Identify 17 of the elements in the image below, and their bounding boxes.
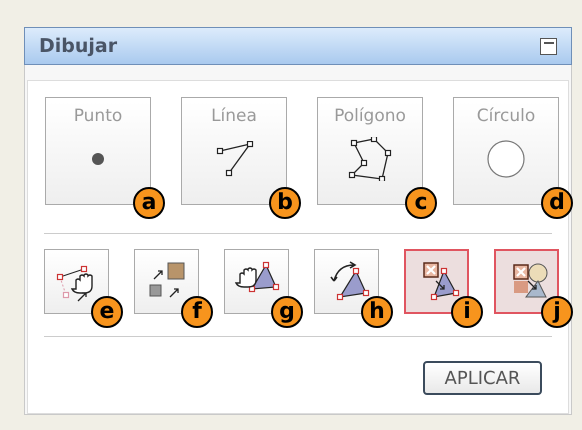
- letter-badge: g: [271, 296, 303, 328]
- polygon-icon: [348, 136, 392, 181]
- letter-badge: i: [451, 296, 483, 328]
- letter-badge: b: [269, 187, 301, 219]
- letter-badge: e: [91, 296, 123, 328]
- dot-icon: [91, 152, 105, 166]
- letter-badge: d: [541, 187, 573, 219]
- minimize-button[interactable]: [540, 38, 557, 54]
- letter-badge: j: [541, 296, 573, 328]
- panel-title: Dibujar: [39, 34, 118, 59]
- letter-badge: f: [181, 296, 213, 328]
- polyline-icon: [214, 140, 254, 177]
- apply-button[interactable]: APLICAR: [423, 361, 542, 395]
- circle-icon: [486, 138, 526, 179]
- letter-badge: h: [361, 296, 393, 328]
- letter-badge: a: [133, 187, 165, 219]
- letter-badge: c: [405, 187, 437, 219]
